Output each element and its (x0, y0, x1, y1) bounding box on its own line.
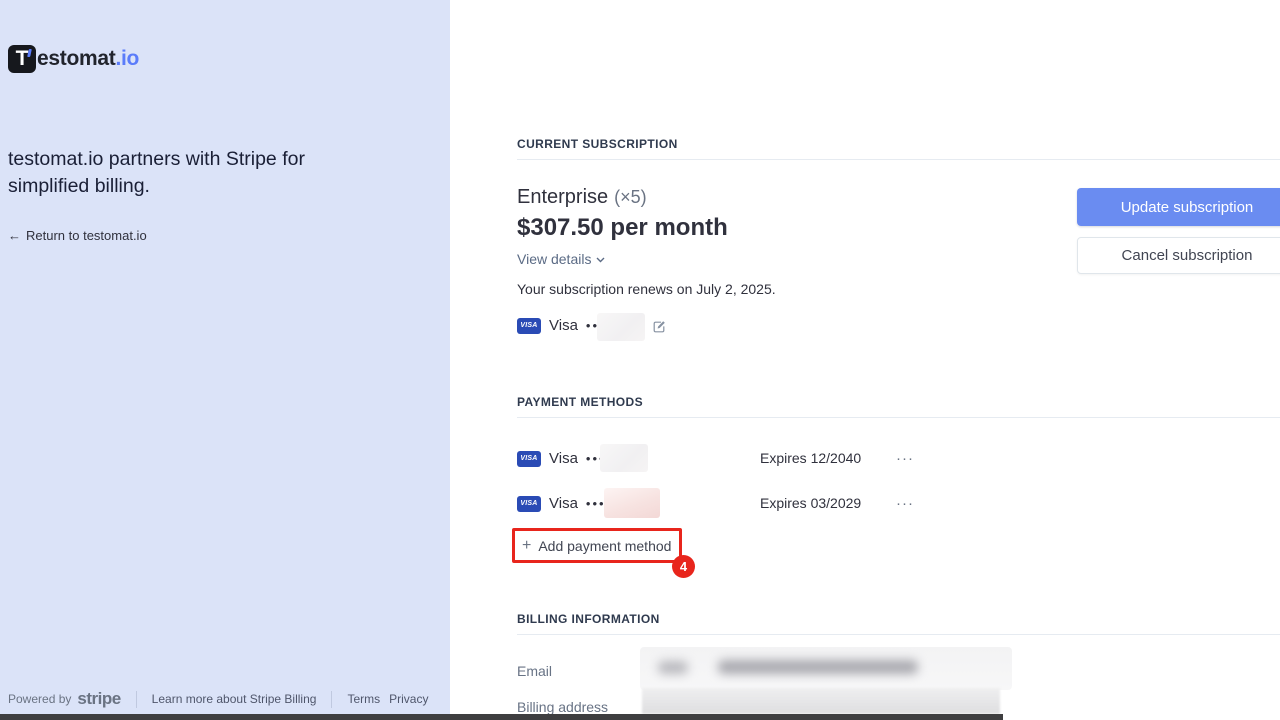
view-details-label: View details (517, 251, 591, 267)
redaction-blob (718, 660, 918, 674)
billing-address-label: Billing address (517, 699, 608, 715)
footer-divider (331, 691, 332, 708)
view-details-toggle[interactable]: View details (517, 251, 606, 267)
address-value-redacted (642, 688, 1000, 714)
terms-link[interactable]: Terms (347, 692, 380, 706)
payment-method-row: VISA Visa •••• (517, 450, 612, 467)
plan-line: Enterprise (×5) (517, 186, 647, 209)
footer-divider (136, 691, 137, 708)
card-brand: Visa (549, 317, 578, 334)
visa-icon: VISA (517, 451, 541, 467)
edit-card-icon[interactable] (652, 320, 666, 334)
card-number-redacted (600, 444, 648, 472)
learn-more-link[interactable]: Learn more about Stripe Billing (152, 692, 317, 706)
visa-icon: VISA (517, 318, 541, 334)
card-expiry: Expires 12/2040 (760, 450, 861, 466)
update-subscription-button[interactable]: Update subscription (1077, 188, 1280, 226)
card-number-redacted (597, 313, 645, 341)
section-divider (517, 417, 1280, 418)
powered-by-label: Powered by (8, 692, 71, 706)
logo-wordmark: estomat (37, 47, 115, 71)
payment-methods-heading: PAYMENT METHODS (517, 395, 643, 409)
plan-quantity: (×5) (614, 187, 647, 208)
redaction-blob (658, 661, 688, 674)
plan-name: Enterprise (517, 186, 608, 209)
testomat-logo[interactable]: T estomat.io (8, 45, 139, 73)
renewal-note: Your subscription renews on July 2, 2025… (517, 281, 776, 297)
email-label: Email (517, 663, 552, 679)
add-payment-method-button[interactable]: + Add payment method (522, 538, 671, 554)
privacy-link[interactable]: Privacy (389, 692, 428, 706)
sidebar: T estomat.io testomat.io partners with S… (0, 0, 450, 720)
sidebar-footer: Powered by stripe Learn more about Strip… (8, 689, 428, 709)
logo-suffix: .io (115, 47, 139, 71)
cancel-subscription-button[interactable]: Cancel subscription (1077, 237, 1280, 274)
redaction-bar (0, 714, 1003, 720)
card-brand: Visa (549, 495, 578, 512)
section-divider (517, 159, 1280, 160)
return-link[interactable]: ← Return to testomat.io (8, 228, 147, 243)
card-expiry: Expires 03/2029 (760, 495, 861, 511)
return-link-label: Return to testomat.io (26, 228, 147, 243)
visa-icon: VISA (517, 496, 541, 512)
payment-method-row: VISA Visa •••• (517, 495, 612, 512)
overflow-menu-icon[interactable]: ··· (896, 451, 914, 466)
card-brand: Visa (549, 450, 578, 467)
sidebar-headline: testomat.io partners with Stripe for sim… (8, 146, 326, 200)
overflow-menu-icon[interactable]: ··· (896, 496, 914, 511)
section-divider (517, 634, 1280, 635)
testomat-logo-icon: T (8, 45, 36, 73)
plus-icon: + (522, 538, 531, 554)
add-payment-method-label: Add payment method (538, 538, 671, 554)
plan-price: $307.50 per month (517, 214, 728, 242)
billing-information-heading: BILLING INFORMATION (517, 612, 660, 626)
logo-accent-mark (27, 49, 32, 57)
annotation-badge: 4 (672, 555, 695, 578)
current-subscription-heading: CURRENT SUBSCRIPTION (517, 137, 678, 151)
chevron-down-icon (595, 254, 606, 265)
stripe-logo[interactable]: stripe (77, 689, 120, 709)
email-value-redacted (640, 647, 1012, 690)
arrow-left-icon: ← (8, 228, 21, 243)
card-number-redacted (604, 488, 660, 518)
